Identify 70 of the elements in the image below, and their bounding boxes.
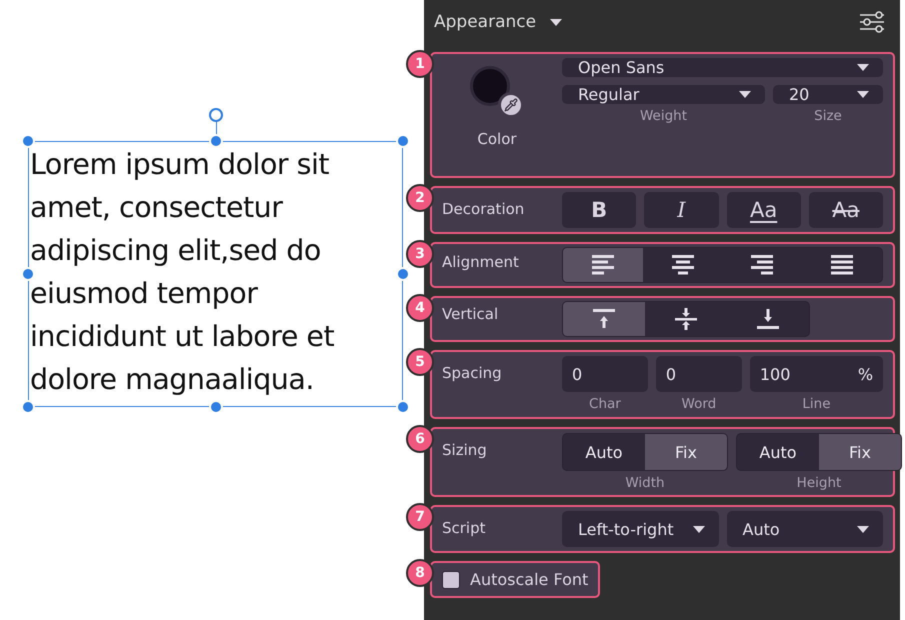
step-badge: 4 <box>406 294 434 322</box>
step-badge: 7 <box>406 503 434 531</box>
caret-icon <box>857 64 869 71</box>
resize-handle[interactable] <box>396 400 410 414</box>
sizing-caption: Height <box>796 475 842 491</box>
caret-icon <box>857 526 869 532</box>
resize-handle[interactable] <box>396 134 410 148</box>
resize-handle[interactable] <box>208 400 222 414</box>
caret-icon <box>857 91 869 98</box>
section-label: Spacing <box>442 363 503 382</box>
checkbox-label: Autoscale Font <box>470 570 588 589</box>
spacing-caption: Word <box>680 396 718 412</box>
weight-caption: Weight <box>638 108 688 124</box>
direction-dropdown[interactable]: Left-to-right <box>562 511 718 547</box>
color-label: Color <box>477 130 517 148</box>
align-top-icon <box>593 309 615 329</box>
section-label: Alignment <box>442 252 520 271</box>
right-align-icon <box>751 255 774 275</box>
sizing-option[interactable]: Auto <box>563 434 645 470</box>
italic-button[interactable]: I <box>644 192 718 228</box>
underline-button[interactable]: Aa <box>726 192 801 228</box>
checkbox[interactable] <box>442 570 460 588</box>
left-align-icon <box>592 255 614 275</box>
spacing-field[interactable]: 0 <box>656 356 742 392</box>
section-label: Script <box>442 518 487 537</box>
left-align-button[interactable] <box>563 248 643 282</box>
panel-title: Appearance <box>434 12 536 32</box>
sizing-caption: Width <box>624 475 666 491</box>
sizing-option[interactable]: Fix <box>645 434 727 470</box>
top-align-button[interactable] <box>563 302 645 336</box>
settings-icon[interactable] <box>859 11 885 33</box>
resize-handle[interactable] <box>21 400 35 414</box>
align-bottom-icon <box>757 309 779 329</box>
resize-handle[interactable] <box>396 267 410 281</box>
bold-button[interactable]: B <box>562 192 636 228</box>
step-badge: 5 <box>406 348 434 376</box>
resize-handle[interactable] <box>21 134 35 148</box>
step-badge: 1 <box>406 50 434 78</box>
font-dropdown[interactable]: Open Sans <box>562 58 883 77</box>
sizing-option[interactable]: Auto <box>737 434 819 470</box>
caret-icon <box>692 526 704 532</box>
strike-button[interactable]: Aa <box>808 192 883 228</box>
paragraph-text: Lorem ipsum dolor sit amet, consectetur adipiscing elit,sed do eiusmod tempor incididunt ut labore et dolore magnaaliqua. <box>30 147 334 398</box>
step-badge: 3 <box>406 240 434 268</box>
caret-icon <box>739 91 751 98</box>
sizing-option[interactable]: Fix <box>819 434 901 470</box>
text-box[interactable]: Lorem ipsum dolor sit amet, consectetur adipiscing elit,sed do eiusmod tempor incididunt ut labore et dolore magnaaliqua. <box>28 141 403 407</box>
caret-icon <box>550 18 562 26</box>
center-align-icon <box>672 255 694 275</box>
rotate-handle[interactable] <box>208 108 222 122</box>
section-label: Sizing <box>442 440 488 459</box>
resize-handle[interactable] <box>21 267 35 281</box>
spacing-caption: Char <box>588 396 622 412</box>
justify-align-icon <box>831 255 854 275</box>
size-dropdown[interactable]: 20 <box>773 85 883 104</box>
spacing-field[interactable]: 100 % <box>750 356 884 392</box>
section-label: Vertical <box>442 304 500 323</box>
spacing-caption: Line <box>801 396 832 412</box>
step-badge: 2 <box>406 184 434 212</box>
align-middle-icon <box>675 308 697 330</box>
step-badge: 6 <box>406 425 434 453</box>
size-caption: Size <box>813 108 843 124</box>
script-dropdown[interactable]: Auto <box>726 511 883 547</box>
weight-dropdown[interactable]: Regular <box>562 85 765 104</box>
section-label: Decoration <box>442 199 526 218</box>
color-swatch[interactable] <box>470 66 510 106</box>
step-badge: 8 <box>406 559 434 587</box>
resize-handle[interactable] <box>208 134 222 148</box>
eyedropper-icon <box>504 98 518 112</box>
spacing-field[interactable]: 0 <box>562 356 648 392</box>
